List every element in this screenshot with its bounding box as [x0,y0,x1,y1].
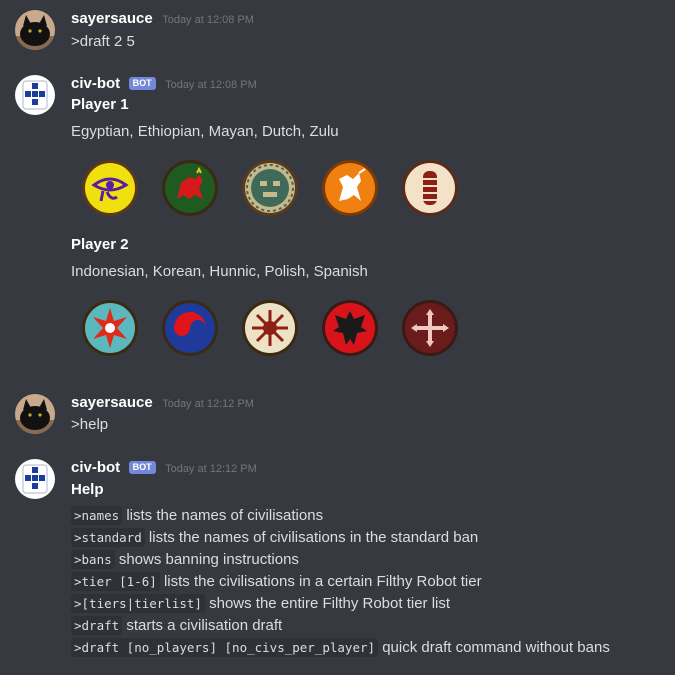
command-code: >tier [1-6] [71,572,160,591]
username[interactable]: sayersauce [71,394,153,411]
command-code: >standard [71,528,145,547]
message-text: >draft 2 5 [71,33,135,50]
chat-log: sayersauce Today at 12:08 PM >draft 2 5 … [0,0,675,675]
command-code: >bans [71,550,115,569]
message-header: civ-bot BOT Today at 12:08 PM [71,75,257,94]
message-header: sayersauce Today at 12:12 PM [71,394,254,413]
command-line: >draft starts a civilisation draft [71,616,282,636]
indonesian-star-emblem-icon[interactable] [81,299,139,357]
command-description: lists the names of civilisations [126,507,324,524]
message-header: civ-bot BOT Today at 12:12 PM [71,459,257,478]
command-description: lists the civilisations in a certain Fil… [163,573,482,590]
message-text: >help [71,416,109,433]
command-code: >[tiers|tierlist] [71,594,205,613]
bot-avatar[interactable] [15,75,55,115]
timestamp: Today at 12:08 PM [165,79,257,91]
timestamp: Today at 12:12 PM [162,398,254,410]
bot-tag: BOT [128,461,156,474]
bot-avatar[interactable] [15,459,55,499]
ethiopian-lion-emblem-icon[interactable] [161,159,219,217]
hunnic-sun-emblem-icon[interactable] [241,299,299,357]
user-avatar[interactable] [15,10,55,50]
player1-civs: Egyptian, Ethiopian, Mayan, Dutch, Zulu [71,123,339,140]
player2-civs: Indonesian, Korean, Hunnic, Polish, Span… [71,263,368,280]
command-line: >draft [no_players] [no_civs_per_player]… [71,638,610,658]
timestamp: Today at 12:12 PM [165,463,257,475]
command-description: quick draft command without bans [382,639,610,656]
command-line: >tier [1-6] lists the civilisations in a… [71,572,482,592]
command-line: >[tiers|tierlist] shows the entire Filth… [71,594,450,614]
command-line: >names lists the names of civilisations [71,506,323,526]
username[interactable]: civ-bot [71,459,120,476]
username[interactable]: civ-bot [71,75,120,92]
command-description: shows banning instructions [118,551,299,568]
user-avatar[interactable] [15,394,55,434]
username[interactable]: sayersauce [71,10,153,27]
command-line: >standard lists the names of civilisatio… [71,528,478,548]
polish-eagle-emblem-icon[interactable] [321,299,379,357]
command-line: >bans shows banning instructions [71,550,299,570]
bot-tag: BOT [128,77,156,90]
command-code: >draft [no_players] [no_civs_per_player] [71,638,379,657]
dutch-lion-emblem-icon[interactable] [321,159,379,217]
help-title: Help [71,481,104,498]
spanish-cross-emblem-icon[interactable] [401,299,459,357]
message-header: sayersauce Today at 12:08 PM [71,10,254,29]
zulu-shield-emblem-icon[interactable] [401,159,459,217]
player1-title: Player 1 [71,96,129,113]
command-description: starts a civilisation draft [126,617,283,634]
command-code: >names [71,506,123,525]
egyptian-eye-emblem-icon[interactable] [81,159,139,217]
player2-title: Player 2 [71,236,129,253]
timestamp: Today at 12:08 PM [162,14,254,26]
command-description: shows the entire Filthy Robot tier list [209,595,451,612]
mayan-mask-emblem-icon[interactable] [241,159,299,217]
korean-taeguk-emblem-icon[interactable] [161,299,219,357]
command-code: >draft [71,616,123,635]
command-description: lists the names of civilisations in the … [148,529,479,546]
